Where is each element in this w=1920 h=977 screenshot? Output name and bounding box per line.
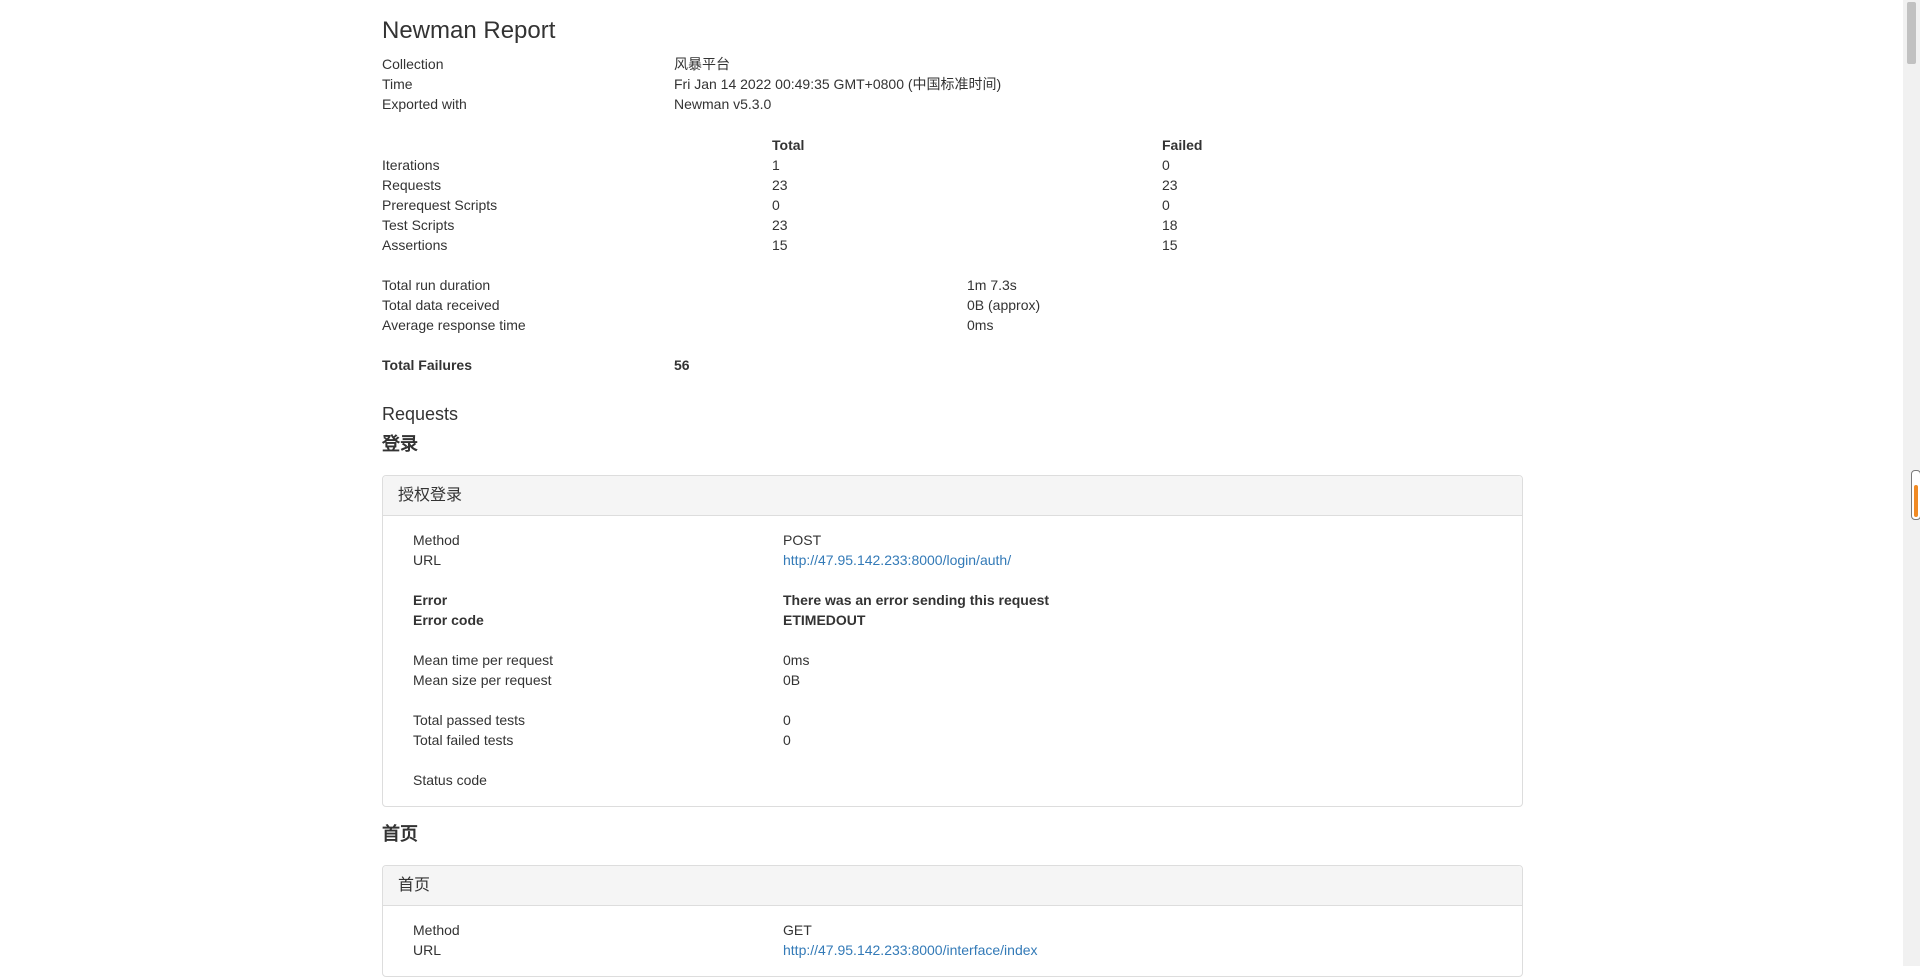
error-code-value: ETIMEDOUT: [783, 612, 866, 628]
total-failures-value: 56: [674, 357, 690, 373]
url-label: URL: [413, 942, 442, 958]
stats-header-failed: Failed: [1162, 137, 1203, 153]
request-panel-heading[interactable]: 授权登录: [383, 476, 1522, 516]
duration-label: Total run duration: [382, 277, 491, 293]
info-value: Newman v5.3.0: [674, 96, 772, 112]
total-failures-label: Total Failures: [382, 357, 472, 373]
stats-total: 1: [772, 157, 780, 173]
status-label: Status code: [413, 772, 487, 788]
duration-value: 0ms: [967, 317, 994, 333]
stats-label: Iterations: [382, 157, 440, 173]
mean-time-row: Mean time per request 0ms: [413, 650, 809, 670]
error-code-row: Error code ETIMEDOUT: [413, 610, 865, 630]
stats-failed: 15: [1162, 237, 1178, 253]
request-panel: 首页 Method GET URL http://47.95.142.233:8…: [382, 865, 1523, 977]
stats-total: 0: [772, 197, 780, 213]
request-panel-heading[interactable]: 首页: [383, 866, 1522, 906]
stats-label: Test Scripts: [382, 217, 455, 233]
stats-label: Prerequest Scripts: [382, 197, 498, 213]
failed-row: Total failed tests 0: [413, 730, 791, 750]
stats-label: Assertions: [382, 237, 448, 253]
url-row: URL http://47.95.142.233:8000/login/auth…: [413, 550, 1011, 570]
info-label: Collection: [382, 56, 444, 72]
page-title: Newman Report: [382, 17, 556, 44]
status-row: Status code: [413, 770, 487, 790]
duration-label: Total data received: [382, 297, 500, 313]
stats-label: Requests: [382, 177, 442, 193]
duration-label: Average response time: [382, 317, 526, 333]
failed-value: 0: [783, 732, 791, 748]
url-label: URL: [413, 552, 442, 568]
stats-total: 23: [772, 217, 788, 233]
requests-heading: Requests: [382, 404, 459, 424]
mean-time-label: Mean time per request: [413, 652, 554, 668]
info-label: Exported with: [382, 96, 467, 112]
error-label: Error: [413, 592, 448, 608]
failed-label: Total failed tests: [413, 732, 514, 748]
stats-total: 23: [772, 177, 788, 193]
stats-failed: 0: [1162, 157, 1170, 173]
scrollbar-thumb[interactable]: [1907, 2, 1916, 64]
stats-total: 15: [772, 237, 788, 253]
method-value: POST: [783, 532, 822, 548]
error-value: There was an error sending this request: [783, 592, 1050, 608]
mean-size-label: Mean size per request: [413, 672, 552, 688]
stats-failed: 23: [1162, 177, 1178, 193]
error-row: Error There was an error sending this re…: [413, 590, 1049, 610]
url-link[interactable]: http://47.95.142.233:8000/interface/inde…: [783, 940, 1038, 960]
info-value: 风暴平台: [674, 56, 730, 72]
method-label: Method: [413, 922, 460, 938]
stats-failed: 18: [1162, 217, 1178, 233]
stats-header-total: Total: [772, 137, 805, 153]
url-link[interactable]: http://47.95.142.233:8000/login/auth/: [783, 550, 1011, 570]
request-panel: 授权登录 Method POST URL http://47.95.142.23…: [382, 475, 1523, 807]
mean-size-value: 0B: [783, 672, 801, 688]
mean-time-value: 0ms: [783, 652, 810, 668]
duration-value: 0B (approx): [967, 297, 1041, 313]
scroll-position-mark: [1914, 485, 1918, 517]
method-row: Method POST: [413, 530, 821, 550]
stats-failed: 0: [1162, 197, 1170, 213]
url-row: URL http://47.95.142.233:8000/interface/…: [413, 940, 1038, 960]
passed-row: Total passed tests 0: [413, 710, 791, 730]
info-label: Time: [382, 76, 413, 92]
duration-value: 1m 7.3s: [967, 277, 1017, 293]
passed-value: 0: [783, 712, 791, 728]
mean-size-row: Mean size per request 0B: [413, 670, 800, 690]
passed-label: Total passed tests: [413, 712, 526, 728]
method-value: GET: [783, 922, 812, 938]
info-value: Fri Jan 14 2022 00:49:35 GMT+0800 (中国标准时…: [674, 76, 1002, 92]
error-code-label: Error code: [413, 612, 484, 628]
method-label: Method: [413, 532, 460, 548]
group-title: 登录: [382, 434, 418, 454]
group-title: 首页: [382, 824, 418, 844]
scroll-position-indicator: [1911, 470, 1920, 520]
method-row: Method GET: [413, 920, 812, 940]
